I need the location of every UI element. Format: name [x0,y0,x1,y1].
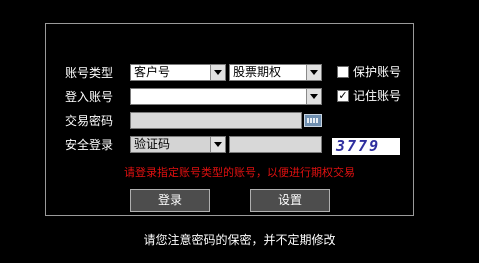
chevron-down-icon[interactable] [210,137,225,152]
captcha-image[interactable]: 3779 [332,138,400,155]
account-type-label: 账号类型 [65,66,114,80]
security-method-value: 验证码 [134,137,171,151]
chevron-down-icon[interactable] [210,65,225,80]
product-select[interactable]: 股票期权 [229,64,322,81]
protect-account-label: 保护账号 [353,65,402,79]
chevron-down-icon[interactable] [306,89,321,104]
product-value: 股票期权 [233,65,282,79]
remember-account-checkbox[interactable]: ✓ [337,90,349,102]
login-account-label: 登入账号 [65,90,114,104]
account-type-value: 客户号 [134,65,171,79]
trade-password-label: 交易密码 [65,114,114,128]
login-account-combobox[interactable] [130,88,322,105]
status-message: 请登录指定账号类型的账号，以便进行期权交易 [124,166,355,179]
settings-button[interactable]: 设置 [250,189,330,212]
remember-account-label: 记住账号 [353,89,402,103]
security-login-label: 安全登录 [65,138,114,152]
soft-keyboard-icon[interactable] [304,114,322,127]
security-method-select[interactable]: 验证码 [130,136,226,153]
account-type-select[interactable]: 客户号 [130,64,226,81]
trade-password-field[interactable] [130,112,302,129]
chevron-down-icon[interactable] [306,65,321,80]
login-button[interactable]: 登录 [130,189,210,212]
captcha-input[interactable] [229,136,322,153]
protect-account-checkbox[interactable] [337,66,349,78]
footer-note: 请您注意密码的保密，并不定期修改 [143,233,336,247]
